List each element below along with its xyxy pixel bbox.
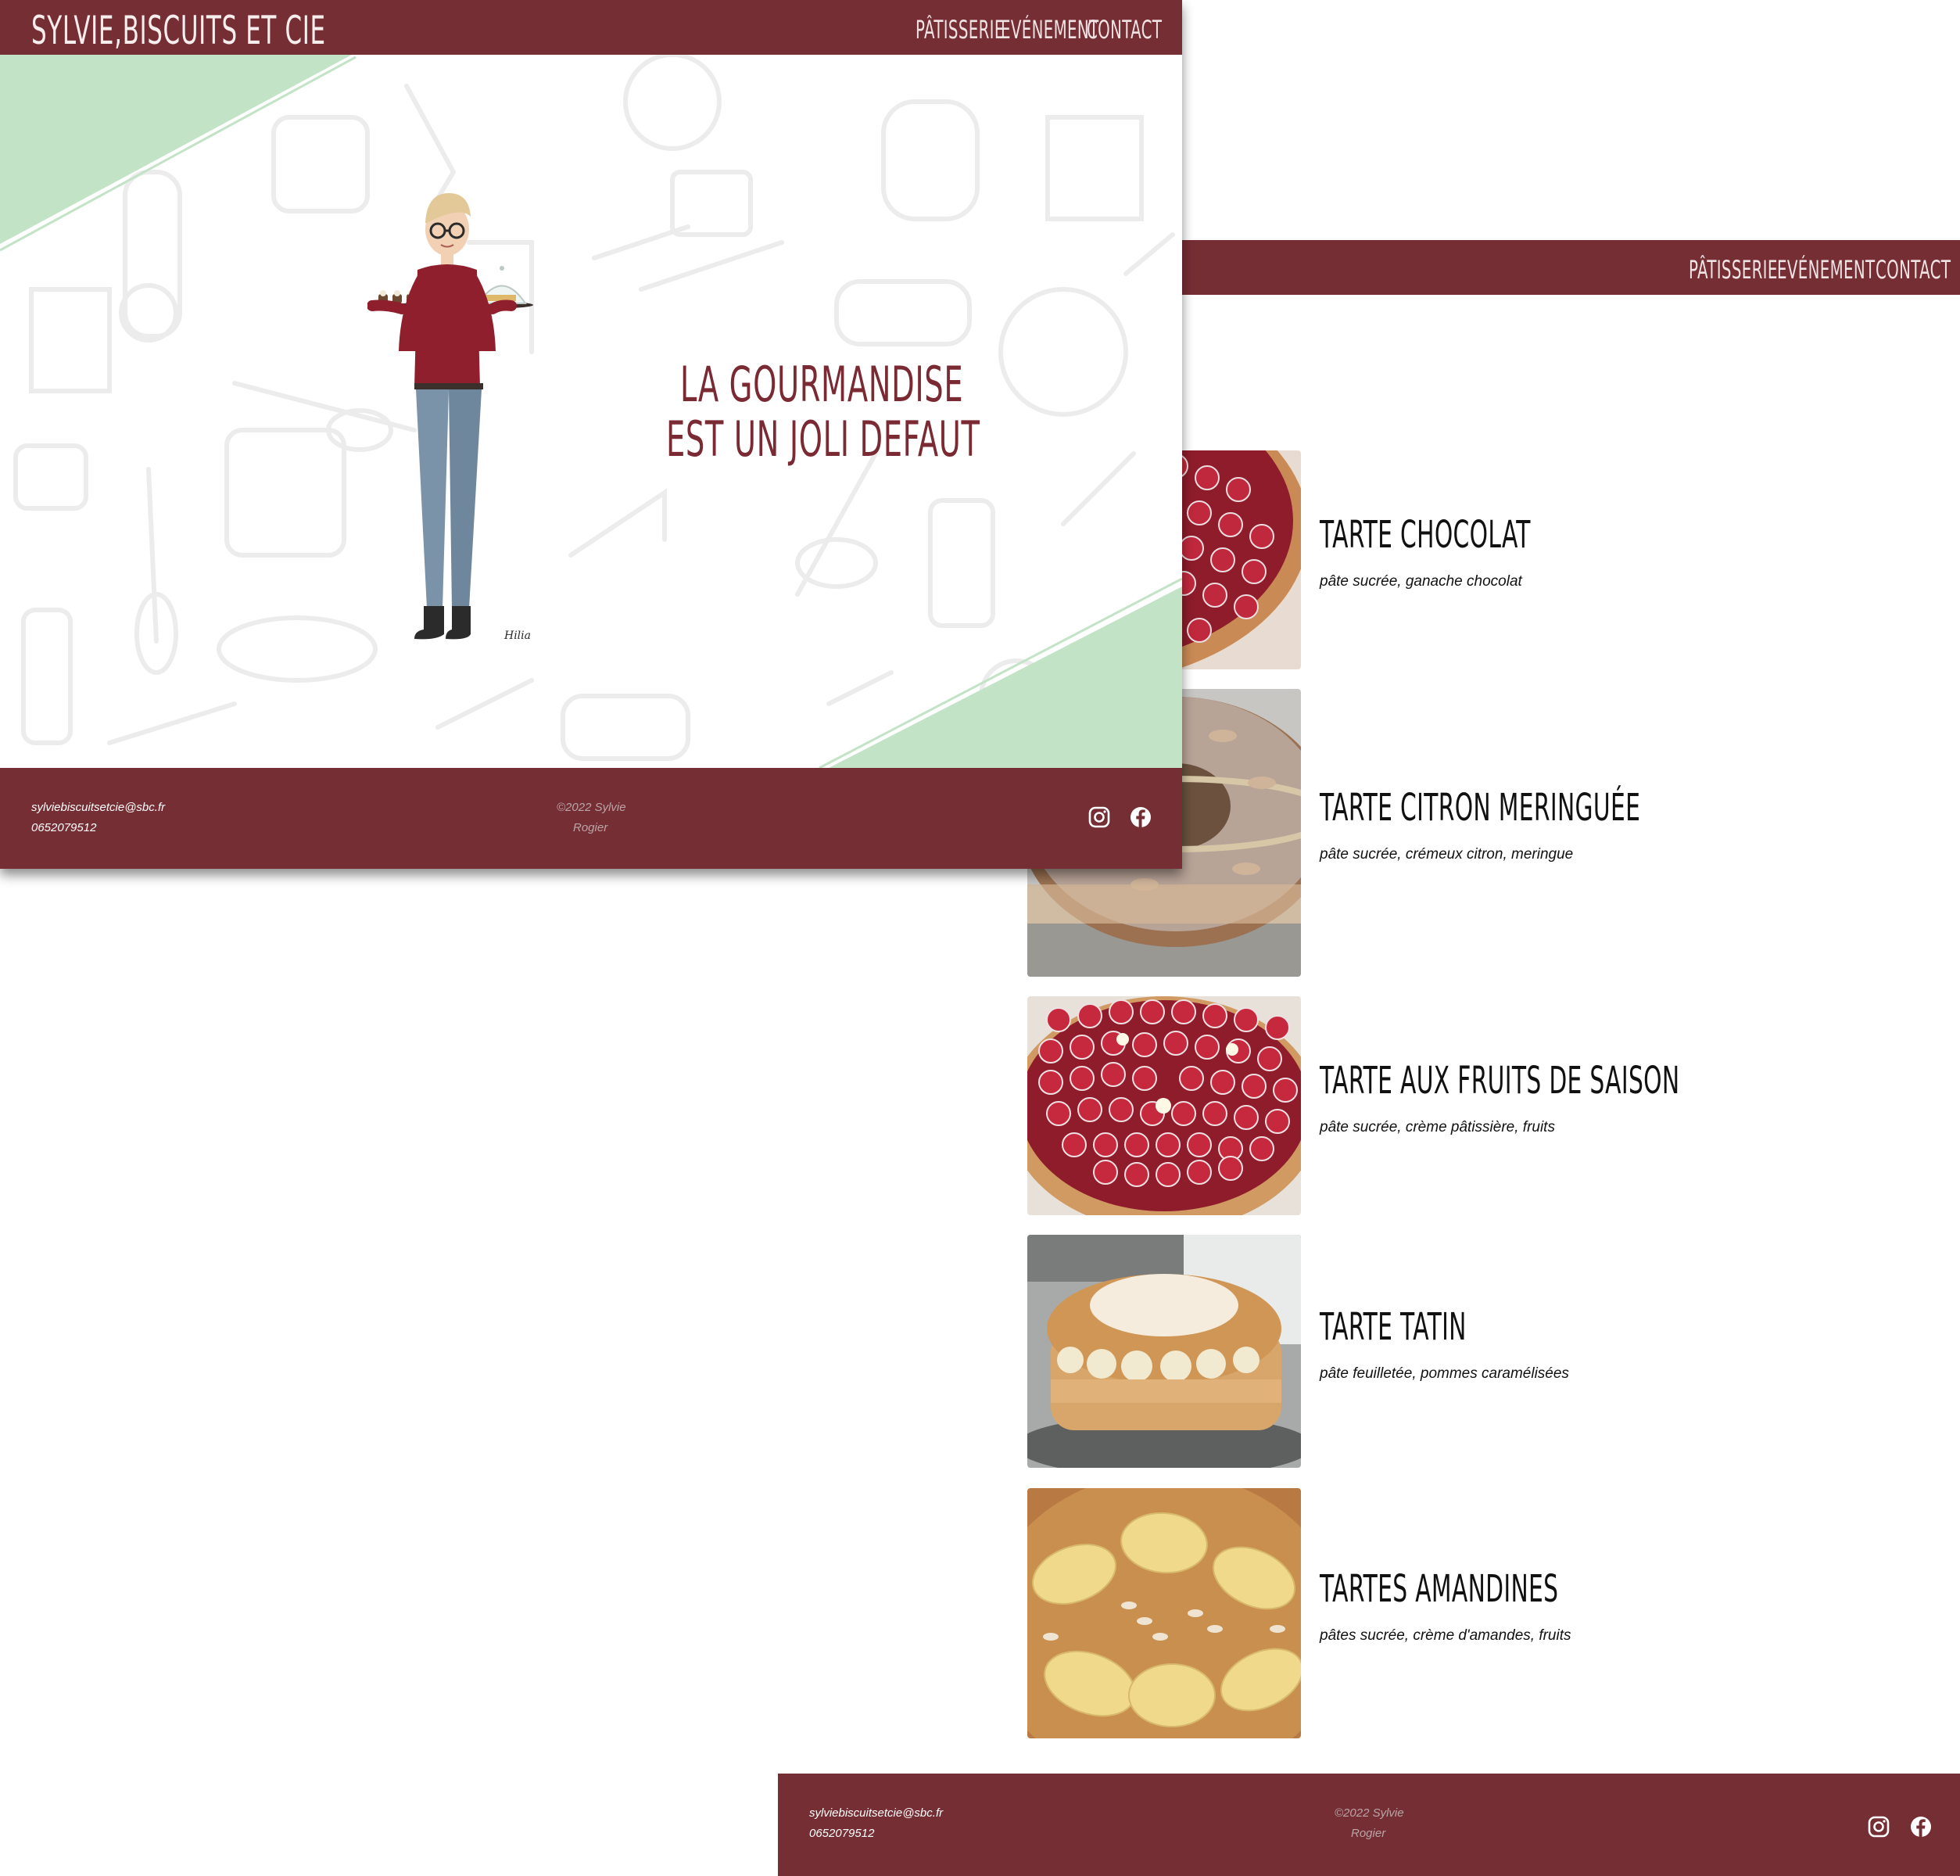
footer-copyright: ©2022 Sylvie [1335, 1806, 1404, 1820]
pastry-title: TARTE TATIN [1320, 1305, 1467, 1349]
pastry-description: pâte sucrée, crème pâtissière, fruits [1320, 1119, 1555, 1135]
pastry-image-tartes-amandines [1027, 1488, 1301, 1738]
hero-tagline-line2: EST UN JOLI DEFAUT [666, 411, 980, 468]
pastry-page-navbar: PÂTISSERIE EVÉNEMENT CONTACT [1180, 240, 1960, 295]
footer-copyright-name: Rogier [573, 821, 608, 834]
footer-email[interactable]: sylviebiscuitsetcie@sbc.fr [31, 801, 165, 814]
pastry-description: pâte sucrée, crémeux citron, meringue [1320, 846, 1574, 863]
facebook-icon[interactable] [1129, 805, 1152, 829]
pastry-description: pâtes sucrée, crème d'amandes, fruits [1320, 1627, 1571, 1644]
hero-section: Hilia LA GOURMANDISE EST UN JOLI DEFAUT [0, 55, 1182, 768]
pastry-image-tarte-fruits [1027, 996, 1301, 1215]
brand-logo[interactable]: SYLVIE,BISCUITS ET CIE [31, 8, 326, 53]
instagram-icon[interactable] [1867, 1815, 1890, 1838]
facebook-icon[interactable] [1909, 1815, 1933, 1838]
footer-email[interactable]: sylviebiscuitsetcie@sbc.fr [809, 1806, 943, 1820]
pastry-title: TARTE CHOCOLAT [1320, 513, 1531, 557]
footer-copyright: ©2022 Sylvie [557, 801, 626, 814]
home-navbar: SYLVIE,BISCUITS ET CIE PÂTISSERIE EVÉNEM… [0, 0, 1182, 55]
footer-phone[interactable]: 0652079512 [31, 821, 96, 834]
nav-evenement[interactable]: EVÉNEMENT [1001, 15, 1098, 45]
home-page-window: SYLVIE,BISCUITS ET CIE PÂTISSERIE EVÉNEM… [0, 0, 1182, 869]
pastry-title: TARTE AUX FRUITS DE SAISON [1320, 1059, 1680, 1103]
pastry-image-tarte-tatin [1027, 1235, 1301, 1468]
nav-patisserie[interactable]: PÂTISSERIE [916, 15, 1005, 45]
nav-patisserie[interactable]: PÂTISSERIE [1689, 255, 1778, 285]
pastry-title: TARTES AMANDINES [1320, 1567, 1559, 1611]
footer-copyright-name: Rogier [1351, 1827, 1386, 1840]
footer-phone[interactable]: 0652079512 [809, 1827, 874, 1840]
home-footer: sylviebiscuitsetcie@sbc.fr 0652079512 ©2… [0, 768, 1182, 869]
nav-contact[interactable]: CONTACT [1087, 15, 1162, 45]
pastry-description: pâte sucrée, ganache chocolat [1320, 573, 1522, 590]
hero-tagline-line1: LA GOURMANDISE [680, 356, 964, 413]
pastry-title: TARTE CITRON MERINGUÉE [1320, 786, 1641, 830]
nav-contact[interactable]: CONTACT [1876, 255, 1951, 285]
sylvie-illustration: Hilia [367, 193, 533, 642]
nav-evenement[interactable]: EVÉNEMENT [1777, 255, 1875, 285]
svg-text:Hilia: Hilia [503, 630, 531, 642]
pastry-description: pâte feuilletée, pommes caramélisées [1320, 1365, 1569, 1382]
instagram-icon[interactable] [1087, 805, 1111, 829]
pastry-page-footer: sylviebiscuitsetcie@sbc.fr 0652079512 ©2… [778, 1774, 1960, 1876]
green-corner-accents [0, 55, 1182, 768]
